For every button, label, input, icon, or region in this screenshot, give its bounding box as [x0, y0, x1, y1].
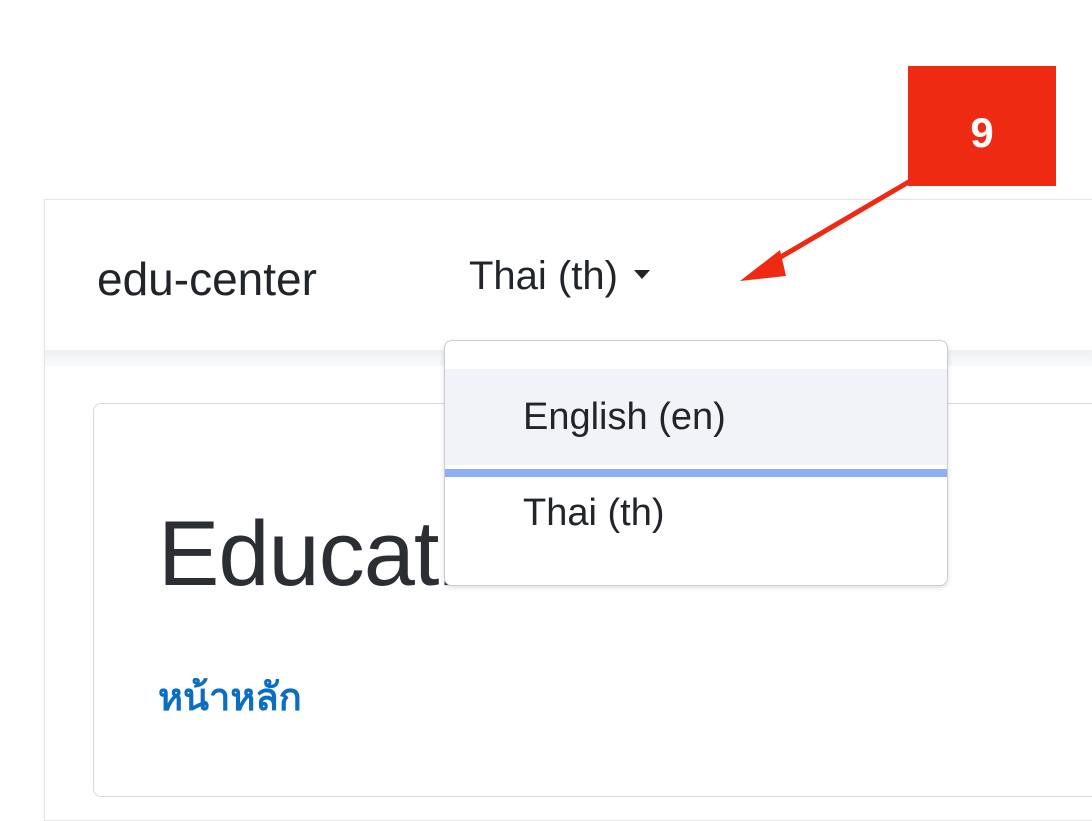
annotation-arrow-icon: [740, 177, 914, 281]
